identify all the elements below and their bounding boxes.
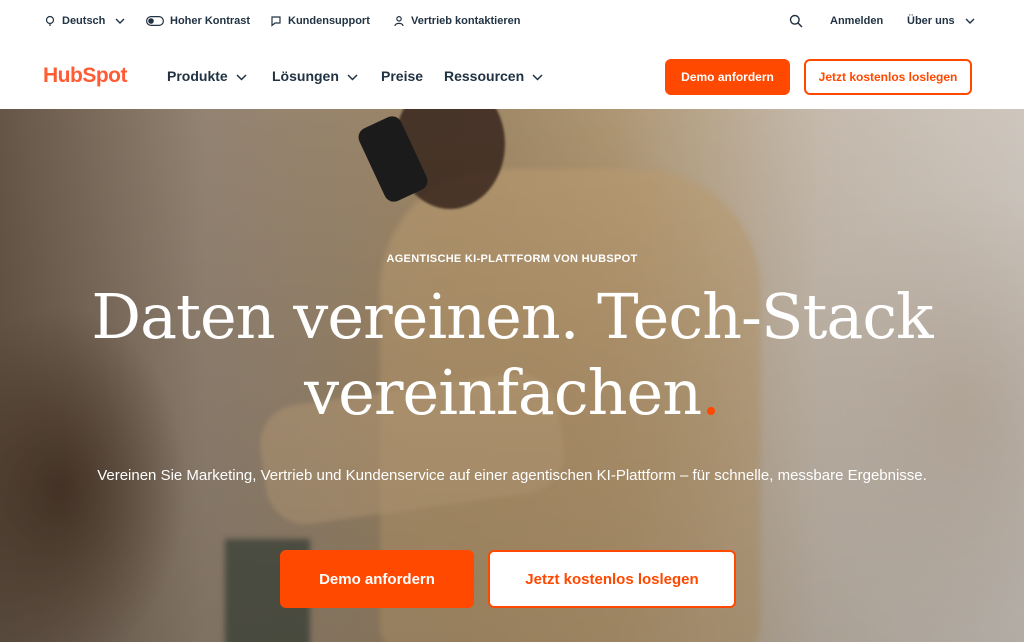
main-nav: HubSpot Produkte Lösungen Preise Ressour… [0, 42, 1024, 109]
hero-title: Daten vereinen. Tech-Stack vereinfachen. [0, 279, 1024, 431]
search-button[interactable] [789, 12, 803, 30]
hero-subtitle: Vereinen Sie Marketing, Vertrieb und Kun… [97, 467, 927, 484]
chevron-down-icon [236, 68, 247, 84]
language-label: Deutsch [62, 15, 106, 27]
contact-sales-label: Vertrieb kontaktieren [411, 15, 521, 27]
nav-item-label: Ressourcen [444, 68, 525, 84]
nav-item-ressourcen[interactable]: Ressourcen [444, 66, 543, 86]
person-icon [393, 15, 405, 27]
contrast-toggle-icon [146, 16, 164, 26]
nav-item-loesungen[interactable]: Lösungen [272, 66, 358, 86]
nav-item-label: Preise [381, 68, 424, 84]
hero-title-line1: Daten vereinen. Tech-Stack [91, 280, 933, 353]
free-signup-button[interactable]: Jetzt kostenlos loslegen [804, 59, 972, 95]
contact-sales-link[interactable]: Vertrieb kontaktieren [393, 12, 520, 30]
search-icon [789, 14, 803, 28]
nav-item-preise[interactable]: Preise [381, 66, 423, 86]
support-label: Kundensupport [288, 15, 370, 27]
login-link[interactable]: Anmelden [830, 12, 883, 30]
about-label: Über uns [907, 15, 955, 27]
hero-section: AGENTISCHE KI-PLATTFORM VON HUBSPOT Date… [0, 109, 1024, 642]
hero-demo-button[interactable]: Demo anfordern [280, 550, 474, 608]
hero-title-line2: vereinfachen [304, 356, 702, 429]
utility-bar: Deutsch Hoher Kontrast Kundensupport Ver… [0, 0, 1024, 42]
nav-item-label: Produkte [167, 68, 228, 84]
demo-button[interactable]: Demo anfordern [665, 59, 790, 95]
globe-icon [44, 15, 56, 27]
chevron-down-icon [347, 68, 358, 84]
hero-title-dot: . [701, 356, 721, 429]
hero-eyebrow: AGENTISCHE KI-PLATTFORM VON HUBSPOT [386, 253, 638, 265]
support-link[interactable]: Kundensupport [270, 12, 370, 30]
chat-bubble-icon [270, 15, 282, 27]
nav-item-label: Lösungen [272, 68, 339, 84]
login-label: Anmelden [830, 15, 884, 27]
contrast-label: Hoher Kontrast [170, 15, 251, 27]
logo-text: HubSpot [43, 64, 127, 87]
nav-item-produkte[interactable]: Produkte [167, 66, 247, 86]
hubspot-logo[interactable]: HubSpot [43, 62, 127, 90]
high-contrast-toggle[interactable]: Hoher Kontrast [146, 12, 250, 30]
about-menu[interactable]: Über uns [907, 12, 975, 30]
hero-free-signup-button[interactable]: Jetzt kostenlos loslegen [488, 550, 736, 608]
chevron-down-icon [965, 18, 975, 24]
language-selector[interactable]: Deutsch [44, 12, 125, 30]
chevron-down-icon [115, 18, 125, 24]
chevron-down-icon [532, 68, 543, 84]
